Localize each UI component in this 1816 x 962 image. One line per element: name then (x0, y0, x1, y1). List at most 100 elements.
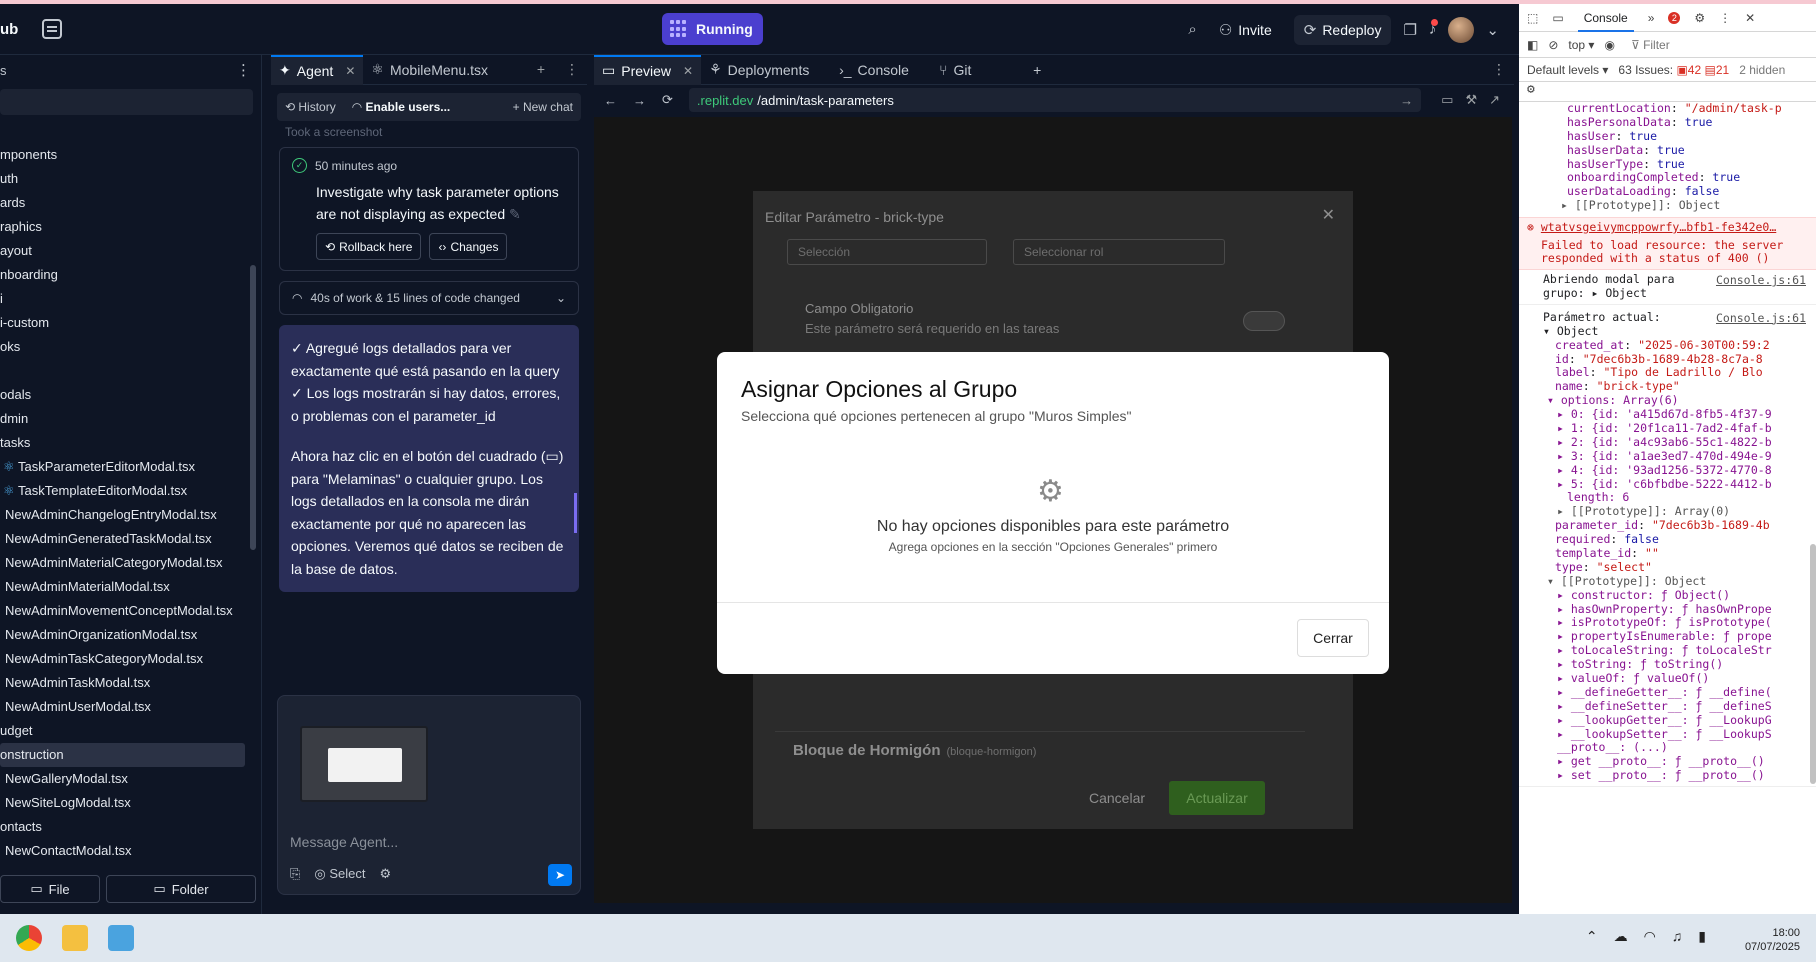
more-options-icon[interactable]: ⋮ (236, 61, 251, 79)
devtools-scrollbar[interactable] (1810, 544, 1816, 784)
filter-input[interactable]: ⊽ Filter (1631, 38, 1670, 52)
external-link-icon[interactable]: ↗ (1489, 92, 1500, 108)
tab-preview[interactable]: ▭ Preview ✕ (594, 54, 702, 85)
error-badge[interactable]: 2 (1668, 11, 1681, 24)
screenshot-attachment[interactable] (300, 726, 428, 802)
tree-folder[interactable]: udget (0, 719, 250, 743)
tab-git[interactable]: ⑂ Git (931, 55, 1021, 85)
add-tab-icon[interactable]: + (537, 61, 545, 78)
tree-folder[interactable]: oks (0, 335, 250, 359)
tree-folder[interactable]: mponents (0, 143, 250, 167)
context-select[interactable]: top ▾ (1568, 38, 1594, 52)
tree-file[interactable]: NewAdminMaterialCategoryModal.tsx (0, 551, 250, 575)
more-options-icon[interactable]: ⋮ (565, 61, 579, 78)
battery-icon[interactable]: ▮ (1698, 928, 1706, 945)
more-tabs-icon[interactable]: » (1648, 11, 1655, 25)
tree-node-line[interactable]: ▸ 4: {id: '93ad1256-5372-4770-8 (1557, 464, 1816, 478)
tree-folder[interactable]: onstruction (0, 743, 245, 767)
tree-file[interactable]: NewContactModal.tsx (0, 839, 250, 863)
property-line[interactable]: name: "brick-type" (1555, 380, 1816, 394)
object-prototype-line[interactable]: ▾ [[Prototype]]: Object (1543, 575, 1816, 589)
property-line[interactable]: parameter_id: "7dec6b3b-1689-4b (1555, 519, 1816, 533)
error-link[interactable]: wtatvsgeivymcppowrfy…bfb1-fe342e0… (1541, 221, 1776, 234)
tree-node-line[interactable]: ▸ propertyIsEnumerable: ƒ prope (1557, 630, 1816, 644)
property-line[interactable]: hasUserData: true (1567, 144, 1816, 158)
reload-icon[interactable]: ⟳ (662, 92, 673, 108)
sidebar-icon[interactable]: ◧ (1527, 38, 1538, 52)
tree-node-line[interactable]: ▸ 2: {id: 'a4c93ab6-55c1-4822-b (1557, 436, 1816, 450)
new-chat-button[interactable]: + New chat (513, 100, 573, 114)
prototype-line[interactable]: ▸ [[Prototype]]: Object (1527, 199, 1816, 213)
clear-icon[interactable]: ⊘ (1548, 38, 1558, 52)
chevron-down-icon[interactable]: ⌄ (1486, 21, 1499, 39)
chevron-up-icon[interactable]: ⌃ (1586, 928, 1598, 945)
file-tree-scrollbar[interactable] (250, 175, 256, 695)
tree-node-line[interactable]: ▸ hasOwnProperty: ƒ hasOwnPrope (1557, 603, 1816, 617)
windows-icon[interactable]: ❐ (1403, 21, 1416, 39)
tree-node-line[interactable]: ▸ isPrototypeOf: ƒ isPrototype( (1557, 616, 1816, 630)
wifi-icon[interactable]: ◠ (1644, 928, 1656, 945)
select-button[interactable]: ◎ Select (314, 866, 365, 882)
tree-folder[interactable]: ontacts (0, 815, 250, 839)
tree-folder[interactable]: dmin (0, 407, 250, 431)
tree-file[interactable]: NewAdminChangelogEntryModal.tsx (0, 503, 250, 527)
tree-node-line[interactable]: ▸ valueOf: ƒ valueOf() (1557, 672, 1816, 686)
close-button[interactable]: Cerrar (1297, 619, 1369, 657)
log-source-link[interactable]: Console.js:61 (1716, 273, 1816, 287)
property-line[interactable]: type: "select" (1555, 561, 1816, 575)
tab-mobile-menu[interactable]: ⚛ MobileMenu.tsx (363, 55, 496, 85)
devices-icon[interactable]: ▭ (1441, 92, 1453, 108)
tree-node-line[interactable]: ▸ 0: {id: 'a415d67d-8fb5-4f37-9 (1557, 408, 1816, 422)
tree-node-line[interactable]: ▸ 3: {id: 'a1ae3ed7-470d-494e-9 (1557, 450, 1816, 464)
tree-folder[interactable]: raphics (0, 215, 250, 239)
tree-file[interactable]: NewAdminMovementConceptModal.tsx (0, 599, 250, 623)
property-line[interactable]: onboardingCompleted: true (1567, 171, 1816, 185)
tree-file[interactable]: ⚛ TaskTemplateEditorModal.tsx (0, 479, 250, 503)
agent-scroll-indicator[interactable] (574, 493, 577, 533)
tree-node-line[interactable]: ▸ set __proto__: ƒ __proto__() (1557, 769, 1816, 783)
edit-icon[interactable]: ✎ (509, 206, 521, 222)
cancel-button[interactable]: Cancelar (1077, 781, 1157, 815)
tree-file[interactable]: NewSiteLogModal.tsx (0, 791, 250, 815)
required-toggle[interactable] (1243, 311, 1285, 331)
chrome-icon[interactable] (16, 925, 42, 951)
eye-icon[interactable]: ◉ (1604, 38, 1614, 52)
settings-gear-icon[interactable]: ⚙ (1527, 82, 1535, 97)
tab-console[interactable]: Console (1577, 4, 1634, 32)
property-line[interactable]: userDataLoading: false (1567, 185, 1816, 199)
tree-node-line[interactable]: ▸ constructor: ƒ Object() (1557, 589, 1816, 603)
tree-file[interactable]: NewAdminUserModal.tsx (0, 695, 250, 719)
history-button[interactable]: ⟲ History (285, 100, 336, 114)
options-array[interactable]: ▾ options: Array(6) (1543, 394, 1816, 408)
gear-icon[interactable]: ⚙ (1694, 11, 1705, 25)
rollback-button[interactable]: ⟲ Rollback here (316, 233, 422, 260)
new-folder-button[interactable]: ▭ Folder (106, 875, 256, 903)
tab-deployments[interactable]: ⚘ Deployments (701, 55, 831, 85)
tree-file[interactable]: NewAdminOrganizationModal.tsx (0, 623, 250, 647)
selection-type-select[interactable]: Selección (787, 239, 987, 265)
tree-node-line[interactable]: ▸ toString: ƒ toString() (1557, 658, 1816, 672)
redeploy-button[interactable]: ⟳ Redeploy (1293, 14, 1392, 45)
tree-folder[interactable]: ards (0, 191, 250, 215)
thread-button[interactable]: ◠ Enable users... (352, 100, 451, 114)
close-icon[interactable]: ✕ (1322, 205, 1335, 225)
tree-node-line[interactable]: ▸ 5: {id: 'c6bfbdbe-5222-4412-b (1557, 478, 1816, 492)
message-input[interactable]: Message Agent... (290, 834, 398, 850)
tree-node-line[interactable]: ▸ __lookupGetter__: ƒ __LookupG (1557, 714, 1816, 728)
property-line[interactable]: required: false (1555, 533, 1816, 547)
property-line[interactable]: created_at: "2025-06-30T00:59:2 (1555, 339, 1816, 353)
avatar[interactable] (1448, 16, 1475, 43)
tree-file[interactable]: NewAdminGeneratedTaskModal.tsx (0, 527, 250, 551)
property-line[interactable]: template_id: "" (1555, 547, 1816, 561)
close-icon[interactable]: ✕ (345, 64, 355, 78)
tree-folder[interactable]: i-custom (0, 311, 250, 335)
tree-folder[interactable]: tasks (0, 431, 250, 455)
back-icon[interactable]: ← (604, 93, 617, 108)
panel-toggle-icon[interactable] (42, 19, 62, 39)
url-input[interactable]: .replit.dev/admin/task-parameters → (688, 88, 1422, 112)
issues-button[interactable]: 63 Issues: ▣42 ▤21 (1618, 63, 1729, 77)
forward-icon[interactable]: → (633, 93, 646, 108)
error-source-link[interactable]: ⊗ wtatvsgeivymcppowrfy…bfb1-fe342e0… (1527, 221, 1816, 235)
log-object[interactable]: ▸ Object (1591, 286, 1646, 300)
role-select[interactable]: Seleccionar rol (1013, 239, 1225, 265)
